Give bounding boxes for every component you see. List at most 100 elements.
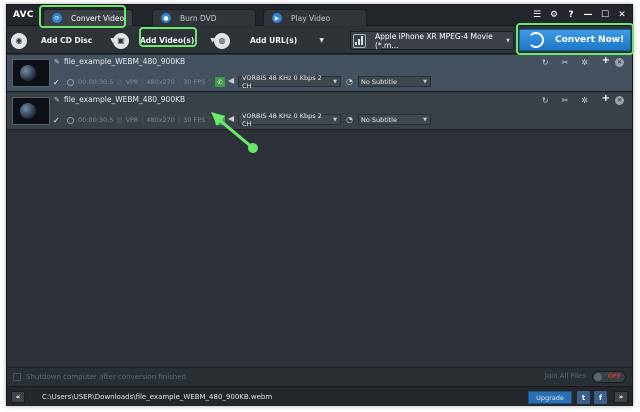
fps: 30 FPS bbox=[183, 78, 206, 86]
disc-icon: ● bbox=[161, 13, 171, 23]
scissors-icon[interactable]: ✂ bbox=[562, 58, 569, 67]
refresh-icon[interactable]: ↻ bbox=[542, 96, 549, 105]
window-controls: ☰ ⚙ ? — ☐ ✕ bbox=[531, 8, 628, 21]
film-icon: ▤ bbox=[116, 78, 123, 86]
play-icon: ▶ bbox=[272, 13, 282, 23]
upgrade-label: Upgrade bbox=[536, 393, 564, 402]
pencil-icon[interactable]: ✎ bbox=[54, 96, 60, 104]
add-icon[interactable]: + bbox=[602, 55, 610, 66]
subtitle-icon: ◔ bbox=[346, 77, 353, 86]
speaker-icon: ◀ bbox=[228, 76, 235, 85]
toggle-state: OFF bbox=[607, 373, 621, 380]
file-checkbox[interactable]: ✓ bbox=[53, 116, 61, 125]
scissors-icon[interactable]: ✂ bbox=[562, 96, 569, 105]
clock-icon bbox=[67, 116, 74, 124]
file-checkbox[interactable]: ✓ bbox=[53, 78, 61, 87]
toggle-knob bbox=[594, 373, 602, 381]
chevron-down-icon: ▼ bbox=[333, 78, 337, 85]
convert-now-button[interactable]: Convert Now! bbox=[519, 29, 631, 51]
tab-label: Convert Video bbox=[71, 13, 125, 23]
subtitle-label: No Subtitle bbox=[361, 115, 397, 124]
remove-icon[interactable]: ✕ bbox=[615, 58, 624, 67]
globe-icon: ◍ bbox=[214, 32, 230, 49]
refresh-icon bbox=[528, 32, 544, 48]
remove-icon[interactable]: ✕ bbox=[615, 96, 624, 105]
gear-icon[interactable]: ⚙ bbox=[548, 8, 560, 21]
codec: VP8 bbox=[125, 116, 139, 124]
tab-label: Burn DVD bbox=[180, 13, 217, 23]
add-url-label: Add URL(s) bbox=[250, 36, 298, 45]
audio-track-select[interactable]: VORBIS 48 KHz 0 Kbps 2 CH ▼ bbox=[238, 73, 341, 90]
film-icon: ▤ bbox=[116, 116, 123, 124]
add-video-button[interactable]: ▣ Add Video(s) ▼ bbox=[113, 30, 215, 51]
annotation-arrow-icon bbox=[211, 112, 258, 153]
upgrade-button[interactable]: Upgrade bbox=[528, 391, 572, 404]
tab-burn-dvd[interactable]: ● Burn DVD bbox=[152, 9, 256, 26]
subtitle-select[interactable]: No Subtitle ▼ bbox=[358, 76, 431, 87]
add-icon[interactable]: + bbox=[602, 93, 610, 104]
arrow-right-icon: › bbox=[208, 76, 211, 84]
toolbar: ◉ Add CD Disc ▼ ▣ Add Video(s) ▼ ◍ Add U… bbox=[7, 27, 632, 54]
row-tools: ↻ ✂ ✲ bbox=[542, 58, 588, 67]
add-cd-label: Add CD Disc bbox=[41, 36, 93, 45]
output-path: C:\Users\USER\Downloads\file_example_WEB… bbox=[42, 392, 273, 401]
tab-label: Play Video bbox=[291, 13, 331, 23]
join-all-files-label: Join All Files bbox=[544, 372, 586, 380]
menu-icon[interactable]: ☰ bbox=[531, 8, 543, 21]
subtitle-label: No Subtitle bbox=[361, 77, 397, 86]
close-icon[interactable]: ✕ bbox=[616, 8, 628, 21]
duration: 00:00:30.5 bbox=[78, 78, 114, 86]
row-tools: ↻ ✂ ✲ bbox=[542, 96, 588, 105]
file-row[interactable]: ✎ file_example_WEBM_480_900KB ✓ 00:00:30… bbox=[7, 55, 632, 92]
pencil-icon[interactable]: ✎ bbox=[54, 58, 60, 66]
subtitle-select[interactable]: No Subtitle ▼ bbox=[358, 114, 431, 125]
add-cd-button[interactable]: ◉ Add CD Disc ▼ bbox=[11, 30, 115, 51]
bottom-options: Shutdown computer after conversion finis… bbox=[7, 367, 632, 385]
film-icon: ▣ bbox=[113, 32, 129, 49]
collapse-left-button[interactable]: « bbox=[11, 390, 25, 403]
output-profile-select[interactable]: Apple iPhone XR MPEG-4 Movie (*.m... ▼ bbox=[350, 31, 514, 50]
subtitle-icon: ◔ bbox=[346, 115, 353, 124]
shutdown-label: Shutdown computer after conversion finis… bbox=[26, 372, 186, 381]
fps: 30 FPS bbox=[183, 116, 206, 124]
file-row[interactable]: ✎ file_example_WEBM_480_900KB ✓ 00:00:30… bbox=[7, 93, 632, 130]
chevron-down-icon: ▼ bbox=[423, 116, 427, 123]
tab-convert-video[interactable]: ⟳ Convert Video bbox=[43, 9, 133, 26]
codec: VP8 bbox=[125, 78, 139, 86]
file-name[interactable]: file_example_WEBM_480_900KB bbox=[64, 95, 185, 104]
clock-icon bbox=[67, 78, 74, 86]
chevron-down-icon[interactable]: ▼ bbox=[319, 37, 324, 44]
duration: 00:00:30.5 bbox=[78, 116, 114, 124]
chevron-down-icon: ▼ bbox=[506, 37, 510, 44]
twitter-icon[interactable]: t bbox=[577, 391, 590, 404]
tab-play-video[interactable]: ▶ Play Video bbox=[263, 9, 367, 26]
shutdown-checkbox[interactable] bbox=[13, 372, 21, 381]
resolution: 480x270 bbox=[146, 78, 175, 86]
video-thumbnail[interactable] bbox=[12, 59, 50, 87]
app-window: AVC ⟳ Convert Video ● Burn DVD ▶ Play Vi… bbox=[6, 4, 633, 406]
join-files-toggle[interactable]: OFF bbox=[592, 371, 626, 383]
add-url-button[interactable]: ◍ Add URL(s) ▼ bbox=[214, 30, 324, 51]
refresh-icon: ⟳ bbox=[52, 13, 62, 23]
title-bar: AVC ⟳ Convert Video ● Burn DVD ▶ Play Vi… bbox=[7, 5, 632, 26]
effects-icon[interactable]: ✲ bbox=[581, 96, 588, 105]
app-logo: AVC bbox=[13, 10, 34, 20]
effects-icon[interactable]: ✲ bbox=[581, 58, 588, 67]
audio-track-label: VORBIS 48 KHz 0 Kbps 2 CH bbox=[242, 73, 322, 90]
chevron-down-icon: ▼ bbox=[333, 116, 337, 123]
maximize-icon[interactable]: ☐ bbox=[599, 8, 611, 21]
file-name[interactable]: file_example_WEBM_480_900KB bbox=[64, 57, 185, 66]
minimize-icon[interactable]: — bbox=[582, 8, 594, 21]
cd-icon: ◉ bbox=[11, 32, 27, 49]
phone-icon[interactable]: ✆ bbox=[215, 77, 225, 87]
resolution: 480x270 bbox=[146, 116, 175, 124]
help-icon[interactable]: ? bbox=[565, 8, 577, 21]
facebook-icon[interactable]: f bbox=[594, 391, 607, 404]
refresh-icon[interactable]: ↻ bbox=[542, 58, 549, 67]
file-list-empty-area[interactable] bbox=[7, 131, 632, 367]
profile-bars-icon bbox=[353, 33, 366, 48]
expand-right-button[interactable]: » bbox=[614, 391, 628, 403]
add-video-label: Add Video(s) bbox=[140, 36, 195, 45]
video-thumbnail[interactable] bbox=[12, 97, 50, 125]
profile-label: Apple iPhone XR MPEG-4 Movie (*.m... bbox=[374, 31, 493, 50]
